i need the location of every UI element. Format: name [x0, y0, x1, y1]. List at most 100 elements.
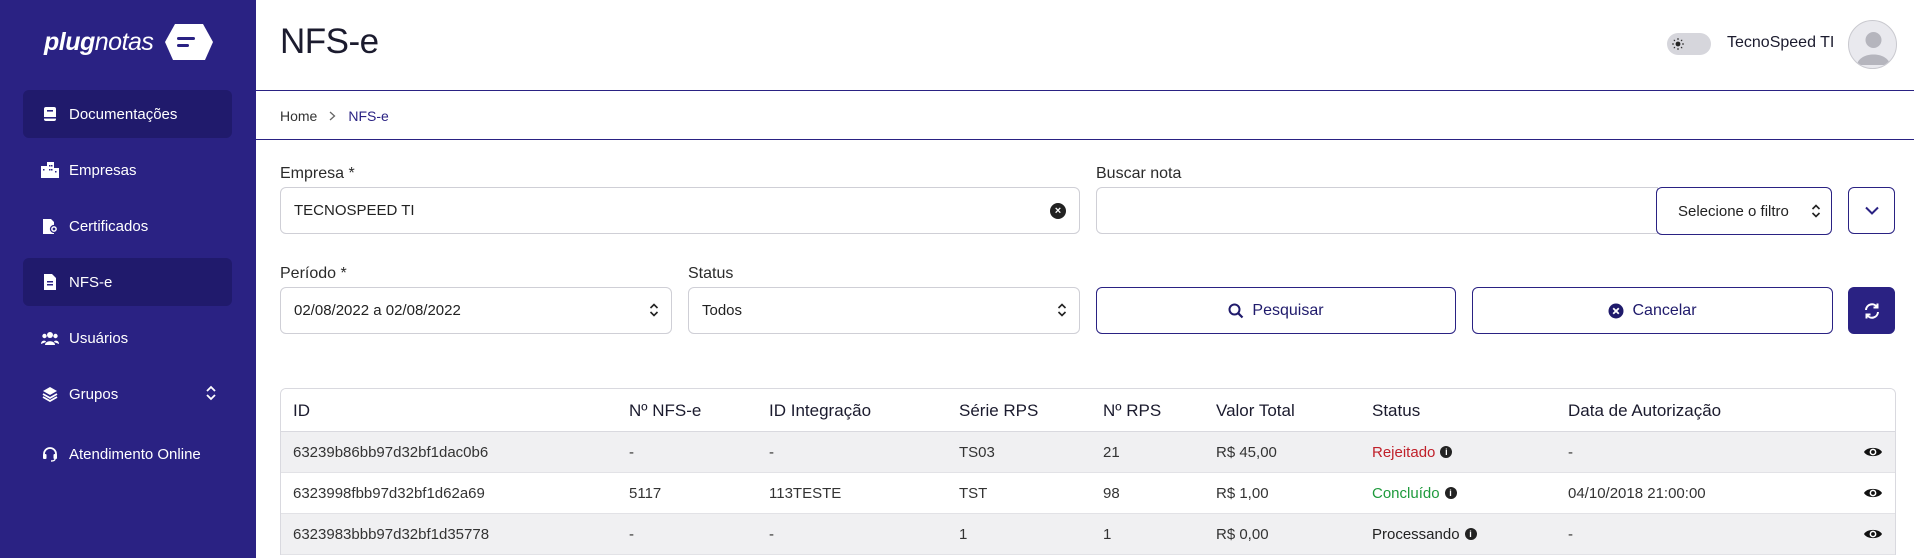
sun-icon: [1669, 35, 1687, 53]
layers-icon: [41, 385, 59, 403]
chevron-updown-icon: [1057, 303, 1067, 317]
close-circle-icon[interactable]: ×: [1050, 203, 1066, 219]
cancelar-button[interactable]: Cancelar: [1472, 287, 1833, 334]
info-icon[interactable]: i: [1444, 487, 1457, 500]
page-title: NFS-e: [280, 22, 379, 61]
table-row[interactable]: 6323998fbb97d32bf1d62a69 5117 113TESTE TST 9…: [281, 473, 1895, 514]
sidebar-nav: Documentações Empresas Certificados NFS-…: [23, 90, 232, 486]
top-header: NFS-e TecnoSpeed TI: [256, 0, 1914, 91]
pesquisar-label: Pesquisar: [1252, 301, 1324, 319]
empresa-label: Empresa *: [280, 165, 355, 182]
cell-valor: R$ 1,00: [1216, 485, 1269, 502]
column-header[interactable]: Status: [1372, 401, 1420, 421]
buscar-nota-label: Buscar nota: [1096, 165, 1182, 182]
cell-id: 6323998fbb97d32bf1d62a69: [293, 485, 485, 502]
status-cell: Concluído i: [1372, 485, 1457, 502]
expand-filters-button[interactable]: [1848, 187, 1895, 234]
user-name[interactable]: TecnoSpeed TI: [1727, 34, 1834, 52]
cell-id: 63239b86bb97d32bf1dac0b6: [293, 444, 489, 461]
chevron-updown-icon: [649, 303, 659, 317]
eye-icon[interactable]: [1863, 486, 1883, 500]
search-icon: [1228, 303, 1244, 319]
refresh-button[interactable]: [1848, 287, 1895, 334]
column-header[interactable]: Nº NFS-e: [629, 401, 701, 421]
building-icon: [41, 161, 59, 179]
sidebar-item-atendimento-online[interactable]: Atendimento Online: [23, 430, 232, 478]
sidebar: plugnotas Documentações Empresas Certifi…: [0, 0, 256, 558]
column-header[interactable]: ID Integração: [769, 401, 871, 421]
user-avatar-icon[interactable]: [1848, 20, 1897, 69]
info-icon[interactable]: i: [1440, 446, 1453, 459]
sidebar-item-nfse[interactable]: NFS-e: [23, 258, 232, 306]
cell-data: 04/10/2018 21:00:00: [1568, 485, 1706, 502]
cell-rps: 21: [1103, 444, 1120, 461]
table-body: 63239b86bb97d32bf1dac0b6 - - TS03 21 R$ 45,00…: [281, 432, 1895, 555]
status-badge: Rejeitado: [1372, 444, 1436, 461]
sidebar-item-usuarios[interactable]: Usuários: [23, 314, 232, 362]
buscar-nota-input[interactable]: [1096, 187, 1658, 234]
column-header[interactable]: Série RPS: [959, 401, 1038, 421]
status-cell: Rejeitado i: [1372, 444, 1453, 461]
eye-icon[interactable]: [1863, 527, 1883, 541]
sidebar-item-label: Certificados: [69, 217, 149, 235]
periodo-value: 02/08/2022 a 02/08/2022: [294, 302, 461, 319]
sidebar-item-label: Documentações: [69, 105, 178, 123]
sidebar-item-grupos[interactable]: Grupos: [23, 370, 232, 418]
periodo-label: Período *: [280, 265, 347, 282]
sidebar-item-empresas[interactable]: Empresas: [23, 146, 232, 194]
sidebar-item-label: Usuários: [69, 329, 129, 347]
status-badge: Processando: [1372, 526, 1460, 543]
cloud-logo-icon: [165, 24, 214, 60]
info-icon[interactable]: i: [1464, 528, 1477, 541]
chevron-updown-icon[interactable]: [206, 385, 216, 401]
empresa-field[interactable]: TECNOSPEED TI ×: [280, 187, 1080, 234]
cell-integracao: -: [769, 526, 774, 543]
theme-toggle[interactable]: [1667, 33, 1711, 55]
filter-select-value: Selecione o filtro: [1678, 202, 1789, 220]
certificate-icon: [41, 217, 59, 235]
plugnotas-logo[interactable]: plugnotas: [44, 18, 217, 66]
cell-serie: 1: [959, 526, 968, 543]
cell-data: -: [1568, 526, 1573, 543]
sidebar-item-certificados[interactable]: Certificados: [23, 202, 232, 250]
sidebar-item-label: NFS-e: [69, 273, 113, 291]
headset-icon: [41, 445, 59, 463]
book-icon: [41, 105, 59, 123]
column-header[interactable]: Nº RPS: [1103, 401, 1161, 421]
sidebar-item-label: Atendimento Online: [69, 445, 201, 463]
cancelar-label: Cancelar: [1632, 301, 1697, 319]
status-cell: Processando i: [1372, 526, 1477, 543]
column-header[interactable]: ID: [293, 401, 310, 421]
cell-serie: TS03: [959, 444, 995, 461]
breadcrumb-home[interactable]: Home: [280, 108, 317, 124]
eye-icon[interactable]: [1863, 445, 1883, 459]
cell-nfse: -: [629, 526, 634, 543]
status-badge: Concluído: [1372, 485, 1440, 502]
status-value: Todos: [702, 302, 743, 319]
cell-integracao: 113TESTE: [769, 485, 842, 502]
cell-rps: 98: [1103, 485, 1120, 502]
table-row[interactable]: 6323983bbb97d32bf1d35778 - - 1 1 R$ 0,00 Proce…: [281, 514, 1895, 555]
chevron-updown-icon: [1811, 204, 1821, 218]
users-icon: [41, 329, 59, 347]
sidebar-item-label: Empresas: [69, 161, 137, 179]
pesquisar-button[interactable]: Pesquisar: [1096, 287, 1456, 334]
refresh-icon: [1864, 302, 1879, 319]
cell-valor: R$ 45,00: [1216, 444, 1277, 461]
cell-valor: R$ 0,00: [1216, 526, 1269, 543]
column-header[interactable]: Data de Autorização: [1568, 401, 1721, 421]
chevron-right-icon: [329, 108, 336, 124]
cell-integracao: -: [769, 444, 774, 461]
table-row[interactable]: 63239b86bb97d32bf1dac0b6 - - TS03 21 R$ 45,00…: [281, 432, 1895, 473]
cell-id: 6323983bbb97d32bf1d35778: [293, 526, 490, 543]
filter-select[interactable]: Selecione o filtro: [1656, 187, 1832, 235]
status-select[interactable]: Todos: [688, 287, 1080, 334]
cell-nfse: -: [629, 444, 634, 461]
periodo-field[interactable]: 02/08/2022 a 02/08/2022: [280, 287, 672, 334]
sidebar-item-label: Grupos: [69, 385, 119, 403]
column-header[interactable]: Valor Total: [1216, 401, 1295, 421]
sidebar-item-documentacoes[interactable]: Documentações: [23, 90, 232, 138]
cell-rps: 1: [1103, 526, 1112, 543]
close-circle-icon: [1608, 303, 1624, 319]
status-label: Status: [688, 265, 734, 282]
